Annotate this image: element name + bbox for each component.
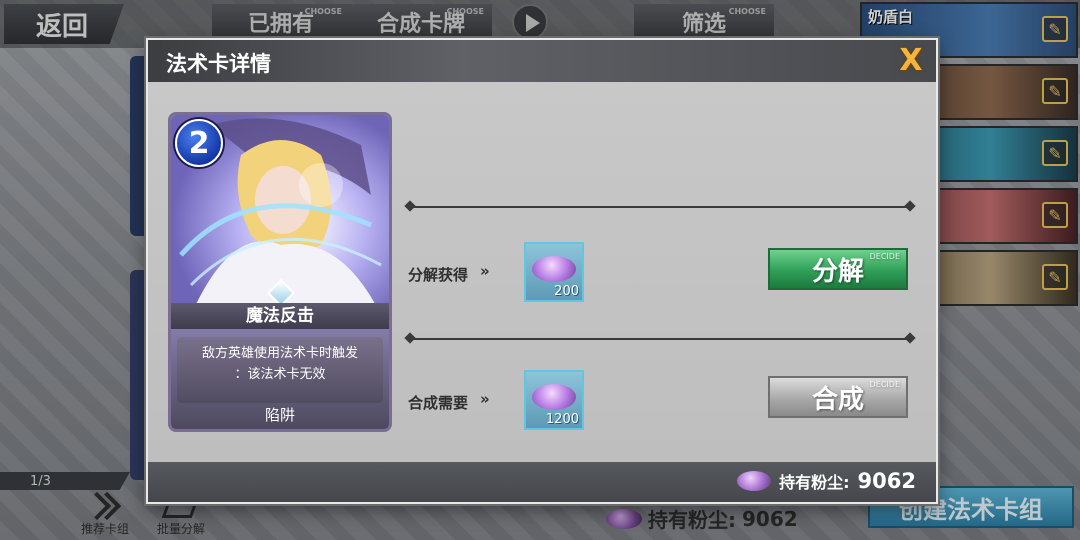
craft-dust-amount: 1200 [545,412,579,427]
decompose-gain-label: 分解获得 [408,266,469,284]
dialog-footer: 持有粉尘: 9062 [148,462,936,502]
card-description-line2: ：该法术卡无效 [234,367,326,382]
spell-card: 2 魔法反击 敌方英雄使用法术卡时触发 ：该法术卡无效 陷阱 [168,112,392,432]
craft-dust-box: 1200 [524,370,584,430]
craft-button-small: DECIDE [869,380,900,389]
spell-card-detail-dialog: 法术卡详情 X 2 魔法反击 敌方英雄使用法术卡时触发 ：该法术卡无效 陷阱 分… [146,38,938,504]
card-type: 陷阱 [264,406,295,424]
craft-button[interactable]: DECIDE 合成 [768,376,908,418]
dialog-title: 法术卡详情 [166,52,271,76]
dust-icon [737,471,772,491]
close-icon[interactable]: X [894,44,928,78]
mana-cost-value: 2 [188,125,210,161]
decompose-button[interactable]: DECIDE 分解 [768,248,908,290]
card-description: 敌方英雄使用法术卡时触发 ：该法术卡无效 [177,337,383,403]
dust-icon [532,384,576,410]
craft-button-label: 合成 [811,384,864,415]
decompose-dust-box: 200 [524,242,584,302]
chevron-right-icon: » [480,262,490,280]
craft-cost-label: 合成需要 [408,394,469,412]
decompose-dust-amount: 200 [554,284,579,299]
chevron-right-icon: » [480,390,490,408]
dialog-header: 法术卡详情 X [148,40,936,82]
section-divider [410,206,910,208]
card-description-line1: 敌方英雄使用法术卡时触发 [201,346,358,361]
dust-icon [532,256,576,282]
mana-cost-badge: 2 [175,119,223,167]
decompose-button-label: 分解 [811,256,864,287]
owned-dust-counter: 持有粉尘: 9062 [737,469,916,493]
card-name: 魔法反击 [171,303,389,329]
decompose-button-small: DECIDE [869,252,900,261]
owned-dust-label: 持有粉尘: [779,473,850,492]
owned-dust-value: 9062 [857,469,916,493]
section-divider [410,338,910,340]
